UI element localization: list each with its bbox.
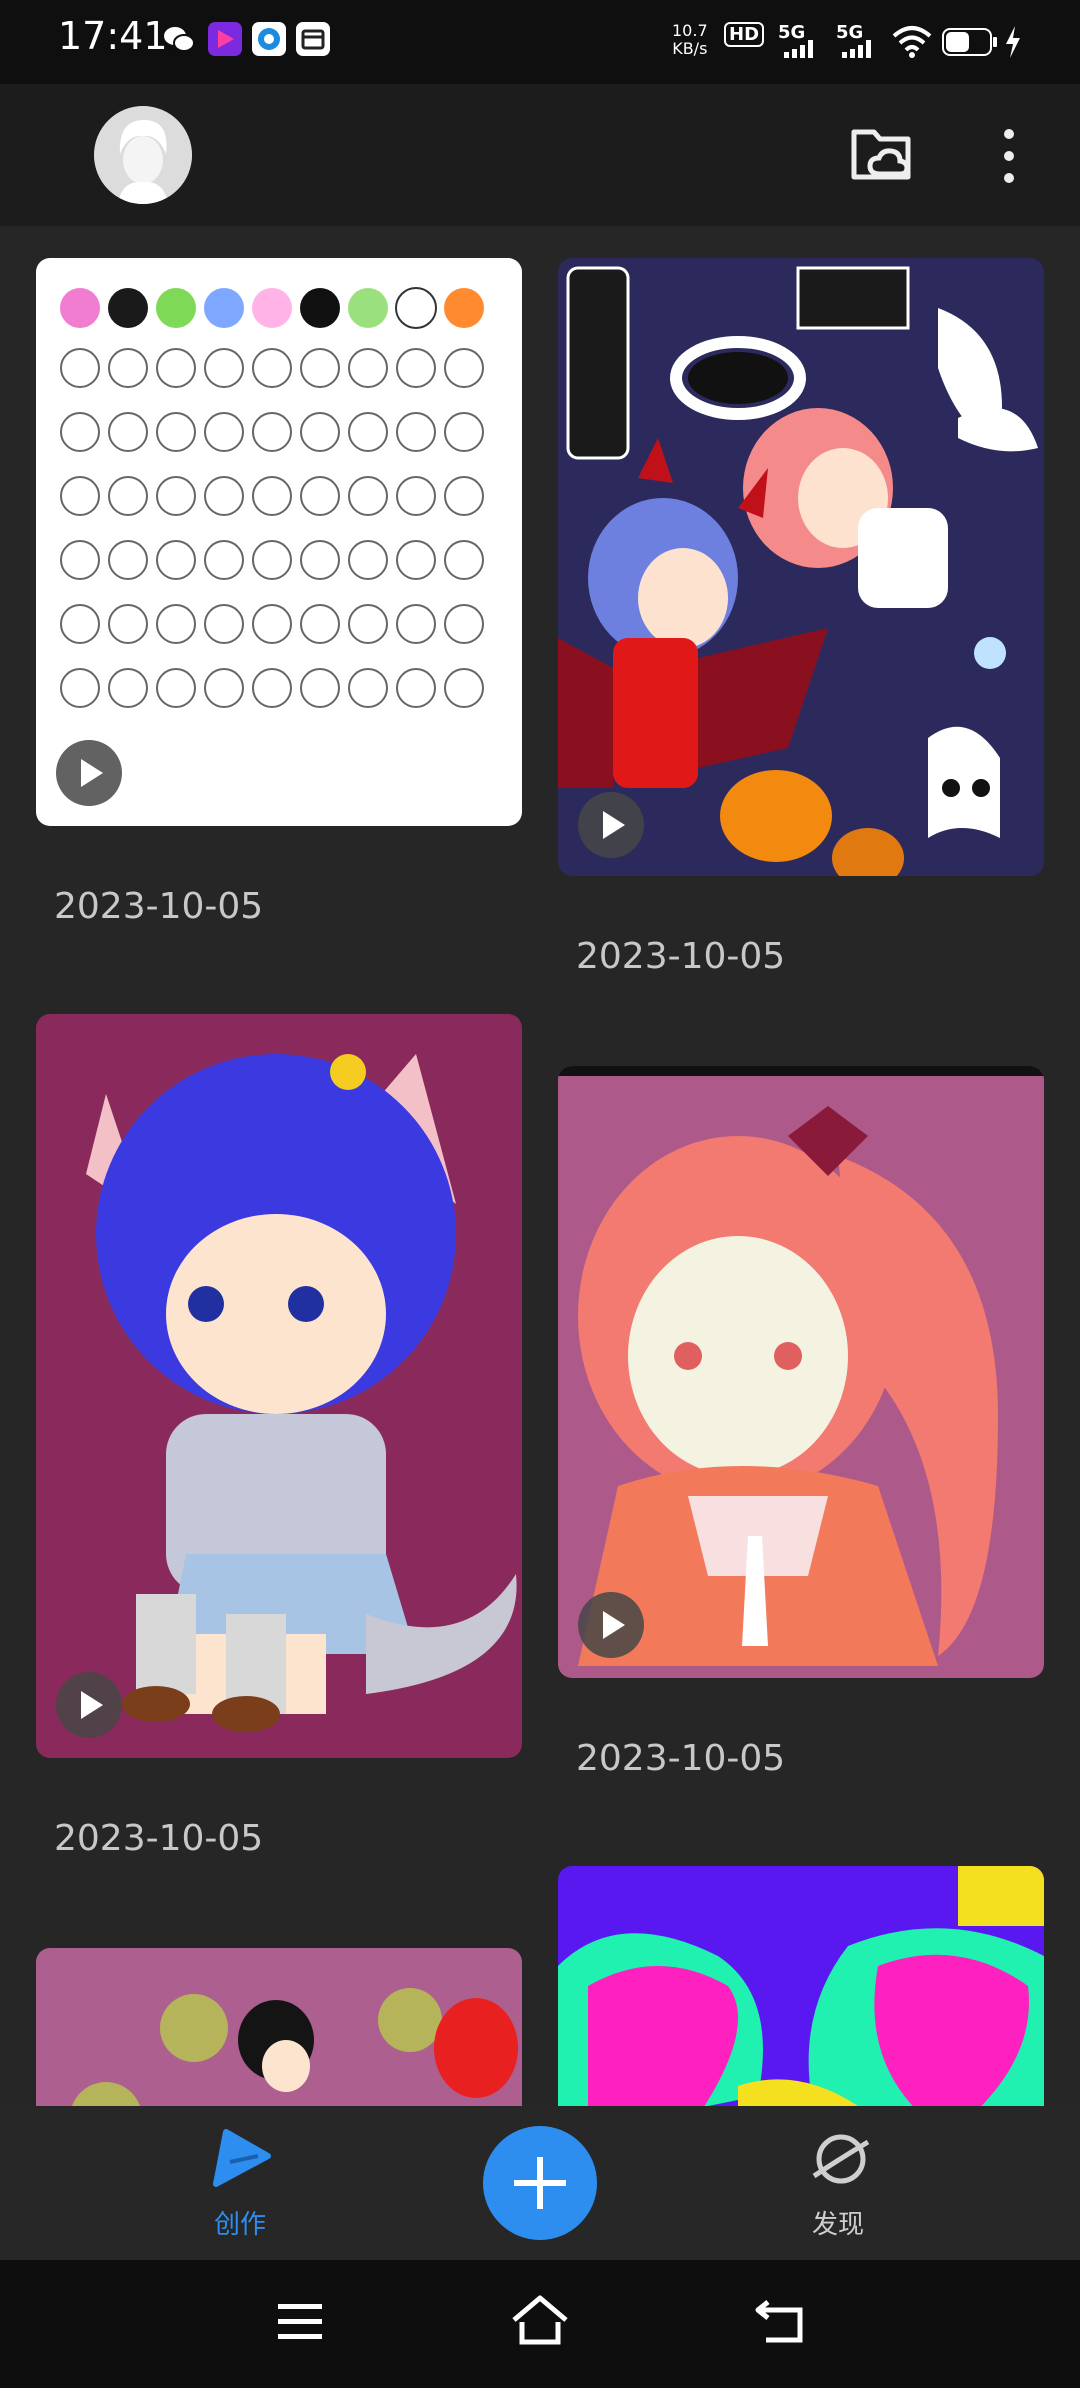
nav-create-label: 创作 <box>214 2210 267 2240</box>
signal-bars-2-icon <box>842 40 871 58</box>
artwork-date: 2023-10-05 <box>54 886 264 927</box>
artwork-date: 2023-10-05 <box>54 1818 264 1859</box>
artwork-thumbnail <box>558 266 1038 876</box>
artwork-thumbnail <box>86 1054 517 1732</box>
status-time: 17:41 <box>58 14 168 58</box>
gallery-item[interactable] <box>36 258 522 826</box>
signal-bars-1-icon <box>784 40 813 58</box>
artwork-date: 2023-10-05 <box>576 936 786 977</box>
play-icon[interactable] <box>56 1672 122 1738</box>
more-vert-icon[interactable] <box>998 126 1020 186</box>
gallery-item[interactable] <box>558 1066 1044 1678</box>
gallery-item[interactable] <box>558 258 1044 876</box>
nav-create[interactable]: 创作 <box>190 2106 290 2260</box>
planet-icon <box>812 2134 870 2184</box>
nav-discover-label: 发现 <box>812 2210 865 2240</box>
play-icon[interactable] <box>56 740 122 806</box>
charging-icon <box>1006 26 1020 58</box>
menu-icon[interactable] <box>276 2300 324 2344</box>
nav-discover[interactable]: 发现 <box>790 2106 890 2260</box>
net-speed-value: 10.7 <box>672 21 708 40</box>
app-purple-icon <box>208 22 242 56</box>
gallery-item[interactable] <box>36 1014 522 1758</box>
system-nav-bar <box>0 2260 1080 2388</box>
back-icon[interactable] <box>754 2296 806 2344</box>
plus-icon <box>514 2157 566 2209</box>
app-box-icon <box>296 22 330 56</box>
battery-icon <box>942 28 997 56</box>
artwork-thumbnail <box>60 287 484 708</box>
home-icon[interactable] <box>510 2294 570 2346</box>
play-icon[interactable] <box>578 1592 644 1658</box>
app-blue-icon <box>252 22 286 56</box>
wechat-icon <box>162 22 196 56</box>
brush-icon <box>213 2129 271 2187</box>
avatar-icon[interactable] <box>94 106 192 204</box>
hd-badge: HD <box>724 22 765 47</box>
net-speed-unit: KB/s <box>672 39 708 58</box>
artwork-date: 2023-10-05 <box>576 1738 786 1779</box>
add-artwork-button[interactable] <box>483 2126 597 2240</box>
wifi-icon <box>892 26 932 58</box>
play-icon[interactable] <box>578 792 644 858</box>
net-speed: 10.7 KB/s <box>672 22 708 58</box>
status-bar: 17:41 10.7 KB/s HD 5G 5G <box>0 0 1080 84</box>
folder-cloud-icon[interactable] <box>850 124 916 186</box>
artwork-thumbnail <box>558 1066 1044 1666</box>
